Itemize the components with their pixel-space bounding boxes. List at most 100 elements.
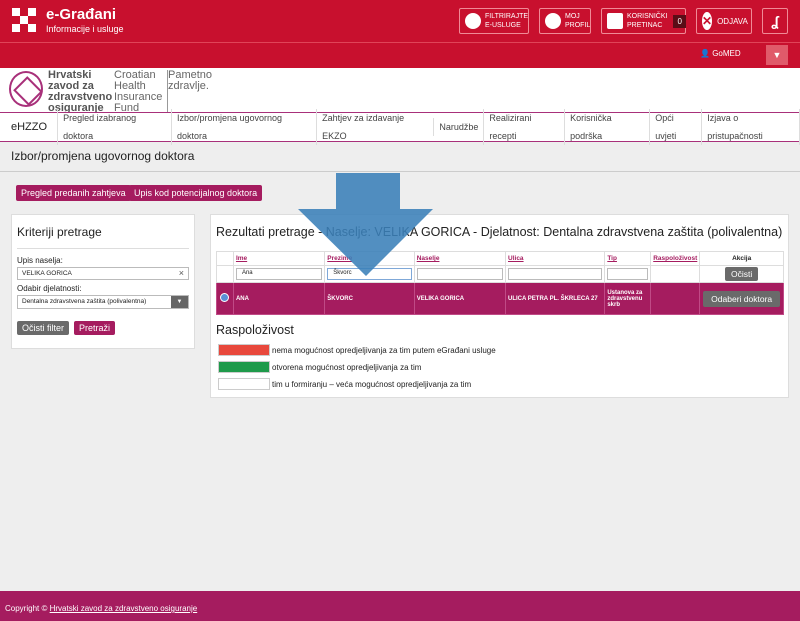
settlement-input[interactable]: VELIKA GORICA × [17,267,189,280]
profile-icon [545,13,561,29]
filter-prezime-input[interactable]: Škvorc [327,268,412,280]
my-profile-button[interactable]: MOJ PROFIL [539,8,591,34]
nav-item-narudzbe[interactable]: Narudžbe [433,118,483,136]
brand-subtitle: Informacije i usluge [46,24,124,34]
header-naselje[interactable]: Naselje [413,251,507,266]
hzzo-logo-icon[interactable] [9,71,43,107]
nav-home[interactable]: eHZZO [0,121,57,133]
nav-item-podrska[interactable]: Korisnička podrška [564,109,649,145]
brand-title: e-Građani [46,6,117,23]
basketball-icon [465,13,481,29]
cell-tip: Ustanova za zdravstvenu skrb [604,282,652,315]
settlement-value: VELIKA GORICA [22,270,72,277]
legend-row-green: otvorena mogućnost opredjeljivanja za ti… [218,361,421,373]
cell-ulica: ULICA PETRA PL. ŠKRLECA 27 [505,282,606,315]
user-inbox-button[interactable]: KORISNIČKI PRETINAC 0 [601,8,686,34]
legend-row-white: tim u formiranju – veća mogućnost opredj… [218,378,471,390]
header-spacer [216,251,234,266]
cell-prezime: ŠKVORC [324,282,415,315]
close-icon: ✕ [702,12,713,30]
filter-spacer [216,265,234,283]
nav-item-ekzo[interactable]: Zahtjev za izdavanje EKZO [316,109,433,145]
header-tip[interactable]: Tip [604,251,652,266]
user-inbox-label: KORISNIČKI PRETINAC [627,13,668,29]
filter-tip-input[interactable] [607,268,649,280]
legend-swatch-red [218,344,270,356]
table-filter-row: Ana Škvorc Očisti [216,265,784,283]
select-doctor-button[interactable]: Odaberi doktora [703,290,781,307]
hzzo-footer-link[interactable]: Hrvatski zavod za zdravstveno osiguranje [50,604,198,613]
activity-label: Odabir djelatnosti: [17,284,82,293]
results-title: Rezultati pretrage - Naselje: VELIKA GOR… [216,225,783,239]
copyright-prefix: Copyright © [5,604,48,613]
main-nav: eHZZO Pregled izabranog doktora Izbor/pr… [0,109,800,145]
filter-divider [17,248,189,249]
user-icon: 👤 [700,49,710,58]
clear-filter-button[interactable]: Očisti filter [17,321,70,335]
logout-button[interactable]: ✕ ODJAVA [696,8,752,34]
table-header-row: Ime Prezime Naselje Ulica Tip Raspoloživ… [216,251,784,266]
enroll-doctor-button[interactable]: Upis kod potencijalnog doktora [129,185,263,201]
clear-icon[interactable]: × [179,268,184,278]
legend-swatch-green [218,361,270,373]
legend-text-white: tim u formiranju – veća mogućnost opredj… [272,379,472,389]
hzzo-header: Hrvatski zavod za zdravstveno osiguranje… [0,68,800,114]
legend-text-green: otvorena mogućnost opredjeljivanja za ti… [272,362,422,372]
nav-item-pregled[interactable]: Pregled izabranog doktora [57,109,171,145]
filter-ime-input[interactable]: Ana [235,268,323,280]
page-title: Izbor/promjena ugovornog doktora [11,149,195,163]
filter-title: Kriteriji pretrage [17,225,102,239]
legend-swatch-white [218,378,270,390]
nav-item-pristupacnost[interactable]: Izjava o pristupačnosti [701,109,800,145]
cell-raspolozivost [650,282,701,315]
header-prezime[interactable]: Prezime [324,251,415,266]
filter-ulica-input[interactable] [508,268,603,280]
divider [0,171,800,172]
egradani-logo-icon[interactable] [12,8,36,32]
my-profile-label: MOJ PROFIL [565,13,591,29]
user-menu[interactable]: 👤 GoMED [700,49,741,58]
hzzo-name-hr: Hrvatski zavod za zdravstveno osiguranje [48,69,113,114]
chevron-down-icon[interactable]: ▼ [766,45,788,65]
legend-text-red: nema mogućnost opredjeljivanja za tim pu… [272,345,496,355]
search-button[interactable]: Pretraži [74,321,116,335]
table-row[interactable]: ANA ŠKVORC VELIKA GORICA ULICA PETRA PL.… [216,282,784,315]
filter-services-label: FILTRIRAJTE E-USLUGE [485,13,529,29]
chevron-down-icon: ▼ [171,296,188,308]
results-table: Ime Prezime Naselje Ulica Tip Raspoloživ… [216,251,784,315]
header-akcija: Akcija [699,251,784,266]
top-bar: e-Građani Informacije i usluge FILTRIRAJ… [0,0,800,42]
header-ime[interactable]: Ime [232,251,326,266]
logout-label: ODJAVA [717,16,748,26]
hzzo-name-en: Croatian Health Insurance Fund [114,70,169,114]
legend-row-red: nema mogućnost opredjeljivanja za tim pu… [218,344,496,356]
review-requests-button[interactable]: Pregled predanih zahtjeva [16,185,131,201]
header-raspolozivost[interactable]: Raspoloživost [650,251,701,266]
footer: Copyright © Hrvatski zavod za zdravstven… [0,591,800,621]
availability-title: Raspoloživost [216,323,294,337]
filter-panel: Kriteriji pretrage Upis naselja: VELIKA … [11,214,195,349]
settlement-label: Upis naselja: [17,256,63,265]
filter-raspolozivost-cell [650,265,701,283]
nav-item-izbor[interactable]: Izbor/promjena ugovornog doktora [170,109,316,145]
filter-naselje-input[interactable] [416,268,504,280]
nav-item-recepti[interactable]: Realizirani recepti [483,109,564,145]
globe-icon [220,293,230,302]
activity-select[interactable]: Dentalna zdravstvena zaštita (polivalent… [17,295,189,309]
accessibility-icon: ʆ [771,12,779,29]
clear-table-filter-button[interactable]: Očisti [725,267,759,281]
filter-services-button[interactable]: FILTRIRAJTE E-USLUGE [459,8,529,34]
hzzo-slogan: Pametno zdravlje. [168,69,213,92]
mailbox-icon [607,13,623,29]
inbox-count-badge: 0 [673,14,686,28]
footer-copyright: Copyright © Hrvatski zavod za zdravstven… [5,604,197,613]
brand[interactable]: e-Građani Informacije i usluge [46,6,124,35]
header-ulica[interactable]: Ulica [505,251,606,266]
activity-value: Dentalna zdravstvena zaštita (polivalent… [22,298,147,305]
cell-naselje: VELIKA GORICA [413,282,507,315]
accessibility-button[interactable]: ʆ [762,8,788,34]
cell-ime: ANA [232,282,326,315]
user-name: GoMED [712,49,741,58]
user-bar: 👤 GoMED ▼ [0,42,800,68]
nav-item-uvjeti[interactable]: Opći uvjeti [649,109,701,145]
